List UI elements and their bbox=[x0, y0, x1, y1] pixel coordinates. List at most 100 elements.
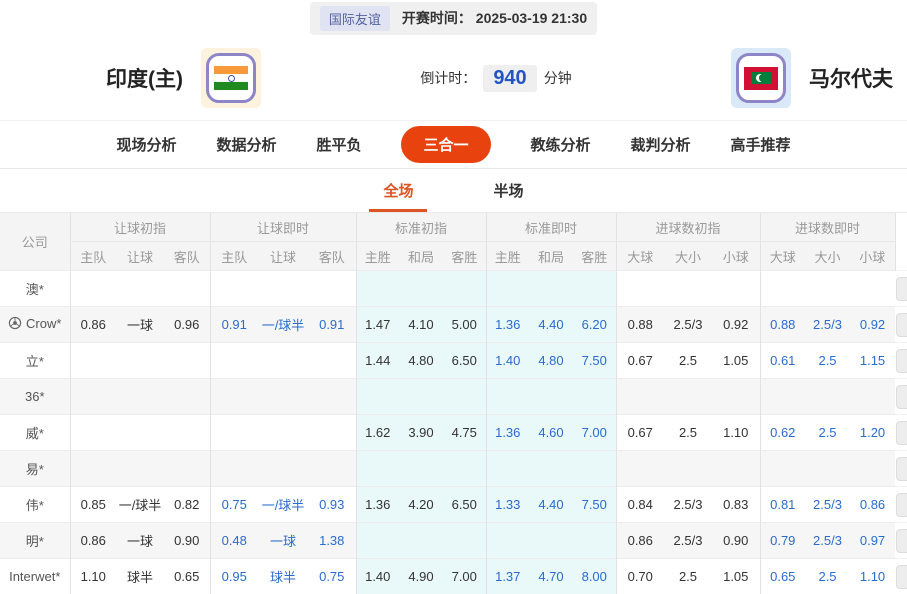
odds-cell bbox=[664, 451, 712, 487]
company-cell[interactable]: 澳* bbox=[0, 271, 70, 307]
odds-cell: 1.05 bbox=[712, 343, 760, 379]
group-header-goals-initial: 进球数初指 bbox=[616, 213, 760, 242]
odds-cell bbox=[308, 415, 356, 451]
table-row: Crow*0.86一球0.960.91一/球半0.911.474.105.001… bbox=[0, 307, 907, 343]
odds-cell bbox=[712, 379, 760, 415]
odds-cell[interactable]: 0.92 bbox=[850, 307, 895, 343]
odds-cell[interactable]: 2.5 bbox=[805, 343, 850, 379]
odds-cell[interactable]: 0.75 bbox=[308, 559, 356, 594]
odds-cell[interactable]: 1.20 bbox=[850, 415, 895, 451]
odds-cell[interactable]: 0.61 bbox=[760, 343, 805, 379]
row-edge-button[interactable] bbox=[896, 529, 907, 553]
odds-cell[interactable]: 0.91 bbox=[308, 307, 356, 343]
odds-cell[interactable]: 2.5/3 bbox=[805, 307, 850, 343]
odds-cell[interactable]: 0.75 bbox=[210, 487, 258, 523]
odds-cell[interactable]: 0.62 bbox=[760, 415, 805, 451]
odds-cell bbox=[70, 415, 116, 451]
tab-win-draw-lose[interactable]: 胜平负 bbox=[316, 134, 361, 155]
odds-cell[interactable]: 4.40 bbox=[529, 307, 573, 343]
odds-cell bbox=[529, 451, 573, 487]
odds-cell[interactable]: 1.36 bbox=[486, 415, 529, 451]
odds-cell bbox=[486, 379, 529, 415]
odds-cell[interactable]: 0.91 bbox=[210, 307, 258, 343]
league-badge[interactable]: 国际友谊 bbox=[320, 6, 390, 31]
odds-cell[interactable]: 4.80 bbox=[529, 343, 573, 379]
tab-data-analysis[interactable]: 数据分析 bbox=[216, 134, 276, 155]
tab-referee-analysis[interactable]: 裁判分析 bbox=[631, 134, 691, 155]
odds-cell[interactable]: 4.60 bbox=[529, 415, 573, 451]
odds-cell[interactable]: 0.93 bbox=[308, 487, 356, 523]
odds-cell[interactable]: 一/球半 bbox=[258, 487, 308, 523]
odds-cell[interactable]: 0.81 bbox=[760, 487, 805, 523]
odds-cell bbox=[210, 271, 258, 307]
odds-cell[interactable]: 2.5 bbox=[805, 415, 850, 451]
row-edge-cell bbox=[895, 307, 907, 343]
company-name: 伟* bbox=[26, 498, 44, 513]
odds-cell[interactable]: 1.33 bbox=[486, 487, 529, 523]
odds-cell[interactable]: 1.15 bbox=[850, 343, 895, 379]
tab-half-match[interactable]: 半场 bbox=[494, 169, 524, 212]
odds-cell: 0.88 bbox=[616, 307, 664, 343]
tab-full-match[interactable]: 全场 bbox=[383, 169, 413, 212]
row-edge-button[interactable] bbox=[896, 493, 907, 517]
odds-cell bbox=[116, 379, 164, 415]
odds-cell[interactable]: 7.50 bbox=[573, 487, 616, 523]
match-info-bar: 国际友谊 开赛时间： 2025-03-19 21:30 bbox=[0, 0, 907, 36]
odds-cell[interactable]: 8.00 bbox=[573, 559, 616, 594]
odds-cell[interactable]: 1.36 bbox=[486, 307, 529, 343]
company-cell[interactable]: 36* bbox=[0, 379, 70, 415]
row-edge-button[interactable] bbox=[896, 349, 907, 373]
odds-cell[interactable]: 一球 bbox=[258, 523, 308, 559]
odds-cell[interactable]: 0.88 bbox=[760, 307, 805, 343]
odds-cell bbox=[70, 271, 116, 307]
odds-cell bbox=[164, 379, 210, 415]
tab-three-in-one[interactable]: 三合一 bbox=[401, 126, 490, 163]
odds-cell[interactable]: 7.00 bbox=[573, 415, 616, 451]
odds-cell: 0.92 bbox=[712, 307, 760, 343]
odds-cell[interactable]: 球半 bbox=[258, 559, 308, 594]
table-row: 威*1.623.904.751.364.607.000.672.51.100.6… bbox=[0, 415, 907, 451]
odds-cell[interactable]: 6.20 bbox=[573, 307, 616, 343]
odds-cell[interactable]: 0.65 bbox=[760, 559, 805, 594]
odds-cell: 1.05 bbox=[712, 559, 760, 594]
odds-cell bbox=[70, 451, 116, 487]
odds-cell[interactable]: 0.48 bbox=[210, 523, 258, 559]
odds-cell bbox=[850, 451, 895, 487]
odds-cell[interactable]: 4.40 bbox=[529, 487, 573, 523]
odds-cell bbox=[760, 451, 805, 487]
odds-cell[interactable]: 1.40 bbox=[486, 343, 529, 379]
odds-cell[interactable]: 0.95 bbox=[210, 559, 258, 594]
odds-cell[interactable]: 0.86 bbox=[850, 487, 895, 523]
company-cell[interactable]: 立* bbox=[0, 343, 70, 379]
odds-cell[interactable]: 1.38 bbox=[308, 523, 356, 559]
row-edge-button[interactable] bbox=[896, 421, 907, 445]
odds-cell[interactable]: 7.50 bbox=[573, 343, 616, 379]
odds-cell[interactable]: 1.37 bbox=[486, 559, 529, 594]
odds-cell[interactable]: 2.5 bbox=[805, 559, 850, 594]
tab-coach-analysis[interactable]: 教练分析 bbox=[531, 134, 591, 155]
maldives-flag bbox=[736, 53, 786, 103]
odds-cell[interactable]: 0.79 bbox=[760, 523, 805, 559]
company-cell[interactable]: 明* bbox=[0, 523, 70, 559]
row-edge-button[interactable] bbox=[896, 313, 907, 337]
tab-expert-picks[interactable]: 高手推荐 bbox=[731, 134, 791, 155]
company-cell[interactable]: Crow* bbox=[0, 307, 70, 343]
company-cell[interactable]: Interwet* bbox=[0, 559, 70, 594]
odds-cell bbox=[443, 271, 486, 307]
company-cell[interactable]: 易* bbox=[0, 451, 70, 487]
company-cell[interactable]: 威* bbox=[0, 415, 70, 451]
row-edge-button[interactable] bbox=[896, 277, 907, 301]
odds-cell[interactable]: 4.70 bbox=[529, 559, 573, 594]
odds-cell bbox=[116, 451, 164, 487]
odds-cell[interactable]: 2.5/3 bbox=[805, 487, 850, 523]
odds-cell[interactable]: 1.10 bbox=[850, 559, 895, 594]
row-edge-button[interactable] bbox=[896, 457, 907, 481]
row-edge-button[interactable] bbox=[896, 565, 907, 589]
row-edge-button[interactable] bbox=[896, 385, 907, 409]
tab-live-analysis[interactable]: 现场分析 bbox=[116, 134, 176, 155]
odds-cell[interactable]: 0.97 bbox=[850, 523, 895, 559]
odds-cell: 1.44 bbox=[356, 343, 399, 379]
odds-cell[interactable]: 2.5/3 bbox=[805, 523, 850, 559]
company-cell[interactable]: 伟* bbox=[0, 487, 70, 523]
odds-cell[interactable]: 一/球半 bbox=[258, 307, 308, 343]
